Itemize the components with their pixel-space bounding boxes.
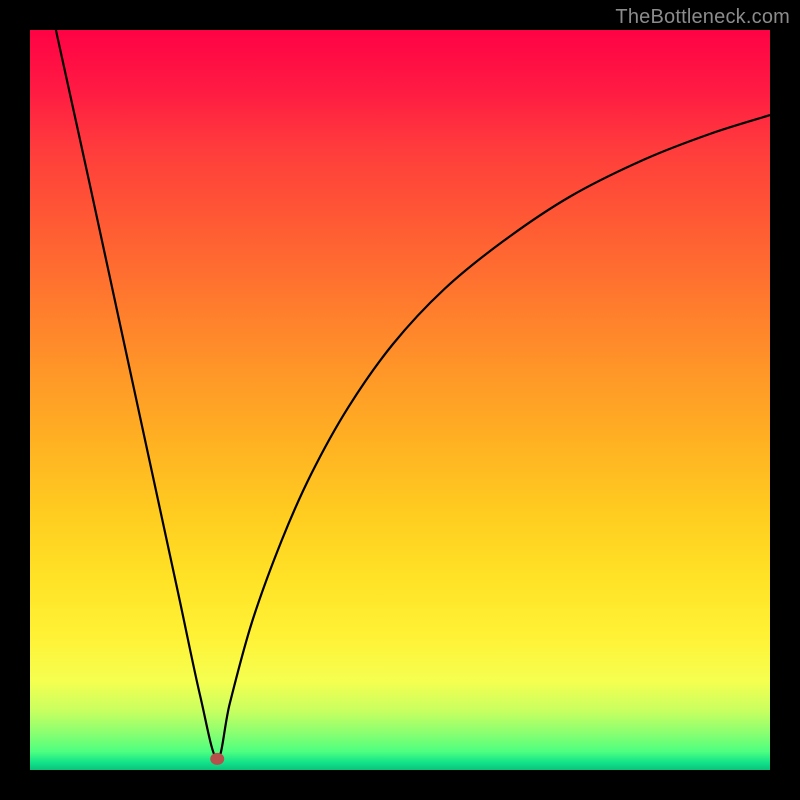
plot-area (30, 30, 770, 770)
bottleneck-curve (56, 30, 770, 759)
bottleneck-curve-svg (30, 30, 770, 770)
optimal-point-marker (210, 753, 224, 765)
chart-frame: TheBottleneck.com (0, 0, 800, 800)
watermark-text: TheBottleneck.com (615, 6, 790, 29)
